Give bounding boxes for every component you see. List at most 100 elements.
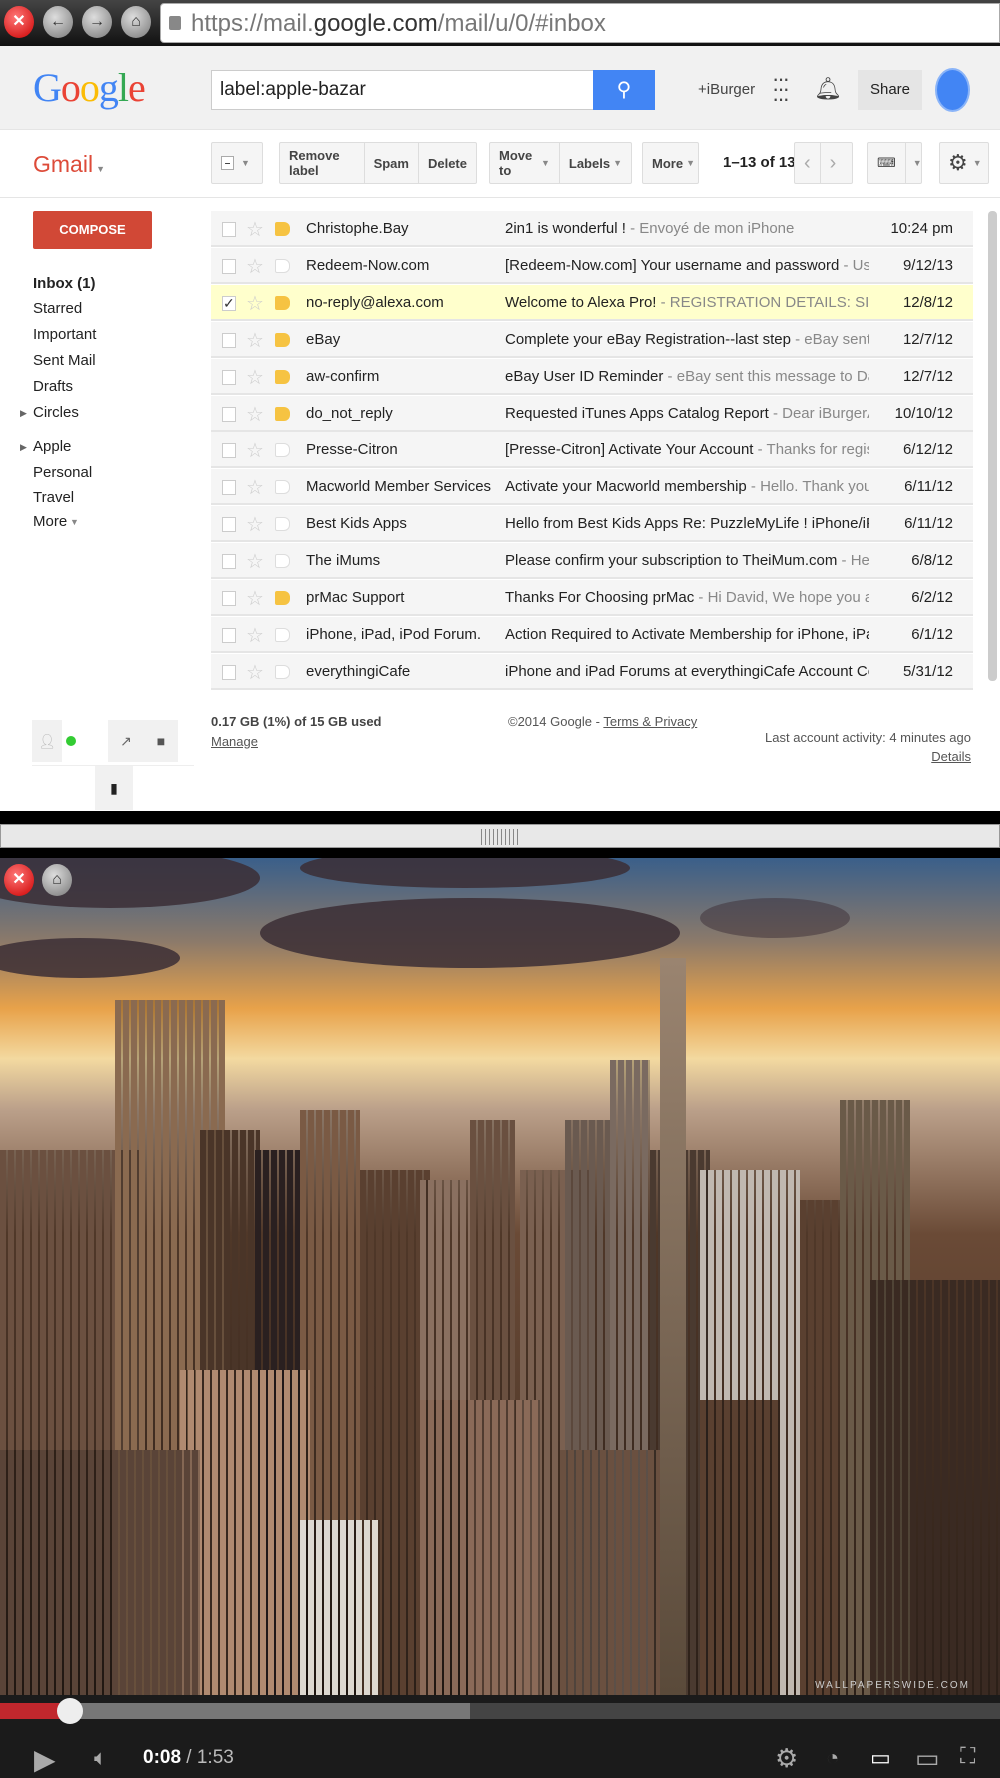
- close-icon[interactable]: ✕: [4, 6, 34, 38]
- email-row[interactable]: ☆ everythingiCafe iPhone and iPad Forums…: [211, 653, 973, 690]
- sidebar-item-starred[interactable]: Starred: [33, 300, 82, 317]
- sidebar-item-sent-mail[interactable]: Sent Mail: [33, 352, 96, 369]
- pane-splitter[interactable]: [0, 824, 1000, 848]
- compose-button[interactable]: COMPOSE: [33, 211, 152, 249]
- back-icon[interactable]: ←: [43, 6, 73, 38]
- move-to-button[interactable]: Move to ▼: [490, 143, 560, 183]
- play-icon[interactable]: ▶: [34, 1743, 56, 1776]
- row-checkbox[interactable]: [222, 664, 236, 680]
- row-checkbox[interactable]: [222, 627, 236, 643]
- sidebar-item-personal[interactable]: Personal: [33, 464, 92, 481]
- star-icon[interactable]: ☆: [246, 291, 264, 316]
- forward-icon[interactable]: →: [82, 6, 112, 38]
- importance-marker-icon[interactable]: [275, 517, 290, 532]
- select-all-button[interactable]: – ▼: [211, 142, 263, 184]
- fullscreen-icon[interactable]: ⛶: [960, 1743, 975, 1769]
- delete-button[interactable]: Delete: [419, 143, 476, 183]
- row-checkbox[interactable]: [222, 443, 236, 459]
- sidebar-item-important[interactable]: Important: [33, 326, 96, 343]
- input-tools-button[interactable]: ⌨ ▼: [867, 142, 922, 184]
- avatar[interactable]: [935, 68, 970, 112]
- labels-button[interactable]: Labels ▼: [560, 143, 631, 183]
- row-checkbox[interactable]: [222, 554, 236, 570]
- importance-marker-icon[interactable]: [275, 406, 290, 421]
- email-row[interactable]: ☆ iPhone, iPad, iPod Forum. Action Requi…: [211, 616, 973, 653]
- sidebar-item-inbox[interactable]: Inbox (1): [33, 275, 96, 292]
- row-checkbox[interactable]: [222, 258, 236, 274]
- volume-icon[interactable]: 🔈︎: [94, 1745, 107, 1771]
- home-icon[interactable]: ⌂: [121, 6, 151, 38]
- email-row[interactable]: ☆ Macworld Member Services Activate your…: [211, 469, 973, 506]
- star-icon[interactable]: ☆: [246, 623, 264, 648]
- row-checkbox[interactable]: [222, 332, 236, 348]
- remove-label-button[interactable]: Remove label: [280, 143, 365, 183]
- email-row[interactable]: ☆ Presse-Citron [Presse-Citron] Activate…: [211, 432, 973, 469]
- scrubber-handle[interactable]: [57, 1698, 83, 1724]
- sidebar-item-more[interactable]: More: [33, 513, 67, 530]
- row-checkbox[interactable]: [222, 222, 236, 237]
- scrollbar[interactable]: [988, 211, 997, 681]
- importance-marker-icon[interactable]: [275, 443, 290, 458]
- more-button[interactable]: More ▼: [642, 142, 699, 184]
- spam-button[interactable]: Spam: [365, 143, 419, 183]
- bell-icon[interactable]: 🔔︎: [814, 76, 842, 102]
- share-button[interactable]: Share: [858, 70, 922, 110]
- row-checkbox[interactable]: ✓: [222, 295, 236, 311]
- star-icon[interactable]: ☆: [246, 512, 264, 537]
- importance-marker-icon[interactable]: [275, 664, 290, 679]
- importance-marker-icon[interactable]: [275, 258, 290, 273]
- search-input[interactable]: label:apple-bazar: [211, 70, 594, 110]
- progress-bar[interactable]: [0, 1698, 1000, 1724]
- user-link[interactable]: +iBurger: [698, 81, 755, 98]
- video-player[interactable]: WALLPAPERSWIDE.COM ✕ ⌂: [0, 858, 1000, 1695]
- email-row[interactable]: ☆ Christophe.Bay 2in1 is wonderful ! - E…: [211, 211, 973, 247]
- user-status-icon[interactable]: 👤︎: [32, 720, 62, 762]
- importance-marker-icon[interactable]: [275, 295, 290, 310]
- email-row[interactable]: ☆ do_not_reply Requested iTunes Apps Cat…: [211, 395, 973, 432]
- phone-icon[interactable]: ↗: [108, 720, 144, 762]
- gmail-menu[interactable]: Gmail ▼: [33, 151, 105, 178]
- terms-link[interactable]: Terms & Privacy: [603, 714, 697, 729]
- settings-button[interactable]: ⚙ ▼: [939, 142, 989, 184]
- importance-marker-icon[interactable]: [275, 591, 290, 605]
- email-row[interactable]: ☆ aw-confirm eBay User ID Reminder - eBa…: [211, 358, 973, 395]
- importance-marker-icon[interactable]: [275, 554, 290, 569]
- home-icon[interactable]: ⌂: [42, 864, 72, 896]
- watch-later-icon[interactable]: ◔: [826, 1745, 839, 1771]
- row-checkbox[interactable]: [222, 591, 236, 606]
- star-icon[interactable]: ☆: [246, 660, 264, 685]
- star-icon[interactable]: ☆: [246, 475, 264, 500]
- email-row[interactable]: ☆ Best Kids Apps Hello from Best Kids Ap…: [211, 506, 973, 543]
- email-row[interactable]: ☆ Redeem-Now.com [Redeem-Now.com] Your u…: [211, 247, 973, 284]
- star-icon[interactable]: ☆: [246, 217, 264, 242]
- large-player-icon[interactable]: ▭: [915, 1743, 940, 1774]
- star-icon[interactable]: ☆: [246, 328, 264, 353]
- google-logo[interactable]: Google: [33, 64, 146, 111]
- row-checkbox[interactable]: [222, 406, 236, 422]
- gear-icon[interactable]: ⚙: [775, 1743, 798, 1774]
- importance-marker-icon[interactable]: [275, 332, 290, 347]
- sidebar-item-circles[interactable]: Circles: [33, 404, 79, 421]
- search-button[interactable]: ⚲: [593, 70, 655, 110]
- star-icon[interactable]: ☆: [246, 254, 264, 279]
- star-icon[interactable]: ☆: [246, 402, 264, 427]
- details-link[interactable]: Details: [931, 749, 971, 764]
- star-icon[interactable]: ☆: [246, 549, 264, 574]
- importance-marker-icon[interactable]: [275, 480, 290, 495]
- expand-icon[interactable]: ▶: [20, 408, 27, 419]
- expand-icon[interactable]: ▶: [20, 442, 27, 453]
- importance-marker-icon[interactable]: [275, 627, 290, 642]
- email-row[interactable]: ☆ prMac Support Thanks For Choosing prMa…: [211, 580, 973, 616]
- sidebar-item-travel[interactable]: Travel: [33, 489, 74, 506]
- importance-marker-icon[interactable]: [275, 222, 290, 236]
- importance-marker-icon[interactable]: [275, 369, 290, 384]
- small-player-icon[interactable]: ▭: [870, 1745, 891, 1771]
- apps-grid-icon[interactable]: ··· ··· ···: [772, 68, 790, 110]
- email-row[interactable]: ✓ ☆ no-reply@alexa.com Welcome to Alexa …: [211, 284, 973, 321]
- star-icon[interactable]: ☆: [246, 586, 264, 611]
- sidebar-item-apple[interactable]: Apple: [33, 438, 71, 455]
- close-icon[interactable]: ✕: [4, 864, 34, 896]
- email-row[interactable]: ☆ eBay Complete your eBay Registration--…: [211, 321, 973, 358]
- row-checkbox[interactable]: [222, 517, 236, 533]
- star-icon[interactable]: ☆: [246, 365, 264, 390]
